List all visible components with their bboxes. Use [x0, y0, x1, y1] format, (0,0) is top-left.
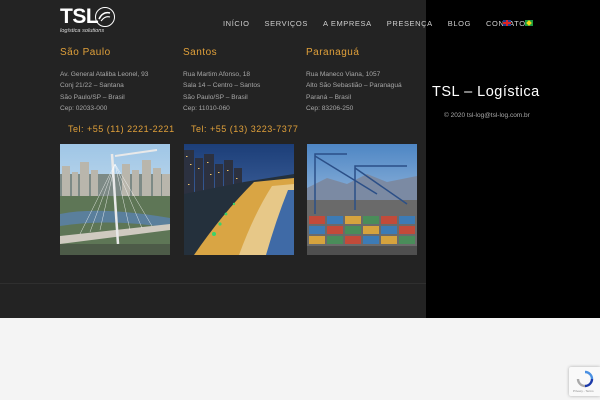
- recaptcha-icon: [576, 370, 594, 388]
- footer-sidebar: [426, 0, 600, 318]
- address-line: Cep: 11010-060: [183, 105, 230, 113]
- address-line: São Paulo/SP – Brasil: [183, 93, 248, 101]
- address-line: Paraná – Brasil: [306, 93, 352, 101]
- recaptcha-badge[interactable]: Privacy - Terms: [569, 367, 600, 396]
- office-paranagua: Paranaguá Rua Maneco Viana, 1057 Alto Sã…: [306, 47, 421, 115]
- address-line: Sala 14 – Centro – Santos: [183, 82, 261, 90]
- logo-text: TSL: [60, 5, 99, 28]
- container-port-photo: [307, 144, 417, 255]
- nav-blog[interactable]: BLOG: [448, 19, 471, 28]
- nav-a-empresa[interactable]: A EMPRESA: [323, 19, 372, 28]
- recaptcha-label[interactable]: Privacy - Terms: [573, 389, 594, 393]
- main-nav: INÍCIO SERVIÇOS A EMPRESA PRESENÇA BLOG …: [223, 19, 541, 28]
- address-line: Conj 21/22 – Santana: [60, 82, 124, 90]
- phone-link-santos[interactable]: Tel: +55 (13) 3223-7377: [191, 124, 298, 134]
- address-line: Cep: 83206-250: [306, 105, 354, 113]
- office-sao-paulo: São Paulo Av. General Ataliba Leonel, 93…: [60, 47, 175, 115]
- address-line: Rua Martim Afonso, 18: [183, 71, 251, 78]
- footer-divider: [0, 283, 426, 284]
- office-city: São Paulo: [60, 47, 111, 58]
- address-line: Cep: 02033-000: [60, 105, 108, 113]
- beach-night-photo: [184, 144, 294, 255]
- address-line: São Paulo/SP – Brasil: [60, 93, 125, 101]
- address-line: Rua Maneco Viana, 1057: [306, 71, 381, 78]
- logo-swoosh-icon: [95, 7, 115, 27]
- nav-presenca[interactable]: PRESENÇA: [387, 19, 433, 28]
- address-line: Av. General Ataliba Leonel, 93: [60, 71, 149, 78]
- brazil-flag-icon[interactable]: [525, 20, 533, 26]
- office-city: Paranaguá: [306, 47, 360, 58]
- office-city: Santos: [183, 47, 218, 58]
- address-line: Alto São Sebastião – Paranaguá: [306, 82, 402, 90]
- copyright-text: © 2020 tsl-log@tsl-log.com.br: [444, 112, 530, 119]
- logo-tagline: logística solutions: [60, 28, 105, 34]
- office-santos: Santos Rua Martim Afonso, 18 Sala 14 – C…: [183, 47, 298, 115]
- nav-inicio[interactable]: INÍCIO: [223, 19, 250, 28]
- site-title: TSL – Logística: [432, 84, 540, 100]
- logo[interactable]: TSL logística solutions: [60, 5, 120, 35]
- phone-link-sao-paulo[interactable]: Tel: +55 (11) 2221-2221: [68, 124, 175, 134]
- english-flag-icon[interactable]: [503, 20, 511, 26]
- nav-servicos[interactable]: SERVIÇOS: [265, 19, 308, 28]
- city-bridge-photo: [60, 144, 170, 255]
